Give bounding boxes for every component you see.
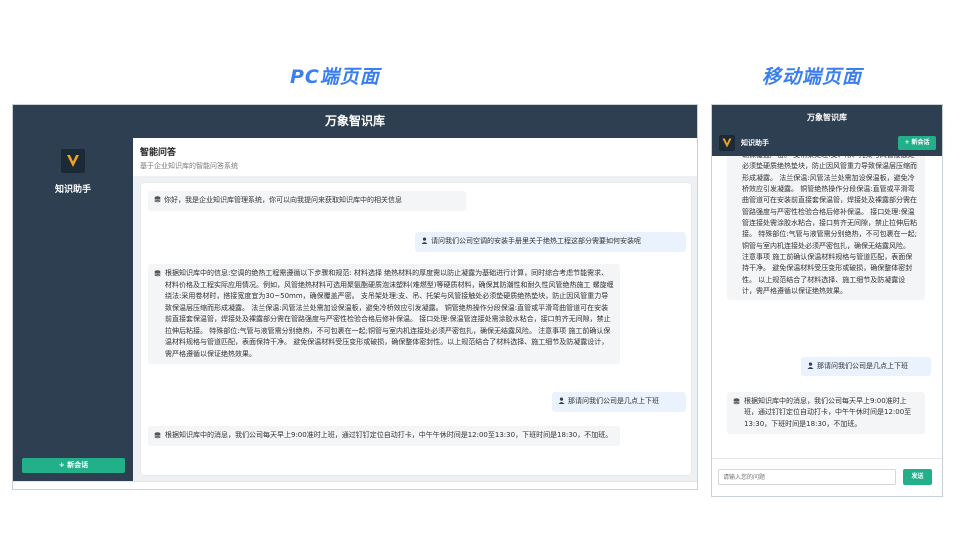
mobile-window: 万象智识库 知识助手 + 新会话 确保覆盖严密。 支吊架处理:支、吊、托架与风管…: [711, 104, 943, 497]
pc-window: 万象智识库 知识助手 + 新会话 智能问答 基于企业知识库的智能问答系统 你好，…: [12, 104, 698, 490]
message-text: 那请问我们公司是几点上下班: [568, 397, 659, 405]
page-subtitle: 基于企业知识库的智能问答系统: [140, 162, 238, 170]
message-text: 确保覆盖严密。 支吊架处理:支、吊、托架与风管接触处必须垫硬质绝热垫块，防止因风…: [742, 156, 917, 295]
message-text: 根据知识库中的消息，我们公司每天早上9:00准时上班，通过钉钉定位自动打卡，中午…: [165, 431, 613, 439]
bot-message: 根据知识库中的消息，我们公司每天早上9:00准时上班，通过钉钉定位自动打卡，中午…: [727, 392, 925, 434]
chat-panel: 你好，我是企业知识库管理系统，你可以向我提问来获取知识库中的相关信息 请问我们公…: [141, 183, 691, 475]
database-icon: [154, 196, 161, 203]
mobile-page-caption: 移动端页面: [762, 66, 863, 88]
sidebar-brand: 知识助手: [54, 185, 91, 195]
user-icon: [558, 397, 565, 404]
pc-input-area: [13, 481, 697, 489]
new-chat-button[interactable]: + 新会话: [22, 458, 125, 473]
mobile-header-bar: 知识助手 + 新会话: [712, 130, 942, 156]
user-icon: [807, 362, 814, 369]
main-area: 智能问答 基于企业知识库的智能问答系统 你好，我是企业知识库管理系统，你可以向我…: [133, 138, 697, 481]
user-message: 请问我们公司空调的安装手册里关于绝热工程这部分需要如何安装呢: [415, 232, 686, 252]
mobile-chat-panel: 确保覆盖严密。 支吊架处理:支、吊、托架与风管接触处必须垫硬质绝热垫块，防止因风…: [712, 156, 942, 456]
bot-message: 你好，我是企业知识库管理系统，你可以向我提问来获取知识库中的相关信息: [148, 191, 466, 211]
mobile-new-chat-button[interactable]: + 新会话: [898, 136, 936, 150]
bot-message: 根据知识库中的消息，我们公司每天早上9:00准时上班，通过钉钉定位自动打卡，中午…: [148, 426, 620, 446]
user-message: 那请问我们公司是几点上下班: [801, 357, 931, 377]
app-title: 万象智识库: [13, 105, 697, 138]
question-input[interactable]: [718, 469, 896, 485]
bot-message: 根据知识库中的信息:空调的绝热工程需遵循以下步骤和规范: 材料选择 绝热材料的厚…: [148, 264, 620, 365]
v-logo-icon: [719, 135, 735, 151]
message-text: 请问我们公司空调的安装手册里关于绝热工程这部分需要如何安装呢: [431, 237, 641, 245]
page-header: 智能问答 基于企业知识库的智能问答系统: [133, 138, 697, 176]
message-text: 那请问我们公司是几点上下班: [817, 362, 908, 370]
database-icon: [733, 398, 740, 405]
page-title: 智能问答: [140, 148, 177, 158]
user-icon: [421, 237, 428, 244]
message-text: 根据知识库中的信息:空调的绝热工程需遵循以下步骤和规范: 材料选择 绝热材料的厚…: [165, 269, 614, 358]
user-message: 那请问我们公司是几点上下班: [552, 392, 686, 412]
mobile-input-bar: 发送: [712, 458, 942, 496]
database-icon: [154, 432, 161, 439]
message-text: 你好，我是企业知识库管理系统，你可以向我提问来获取知识库中的相关信息: [164, 196, 402, 204]
sidebar: 知识助手 + 新会话: [13, 138, 133, 481]
database-icon: [154, 270, 161, 277]
mobile-app-title: 万象智识库: [712, 105, 942, 130]
pc-page-caption: PC端页面: [290, 66, 380, 88]
message-text: 根据知识库中的消息，我们公司每天早上9:00准时上班，通过钉钉定位自动打卡，中午…: [744, 397, 912, 428]
send-button[interactable]: 发送: [903, 469, 932, 485]
v-logo-icon: [61, 149, 85, 173]
mobile-brand: 知识助手: [741, 139, 769, 147]
bot-message: 确保覆盖严密。 支吊架处理:支、吊、托架与风管接触处必须垫硬质绝热垫块，防止因风…: [727, 156, 925, 301]
